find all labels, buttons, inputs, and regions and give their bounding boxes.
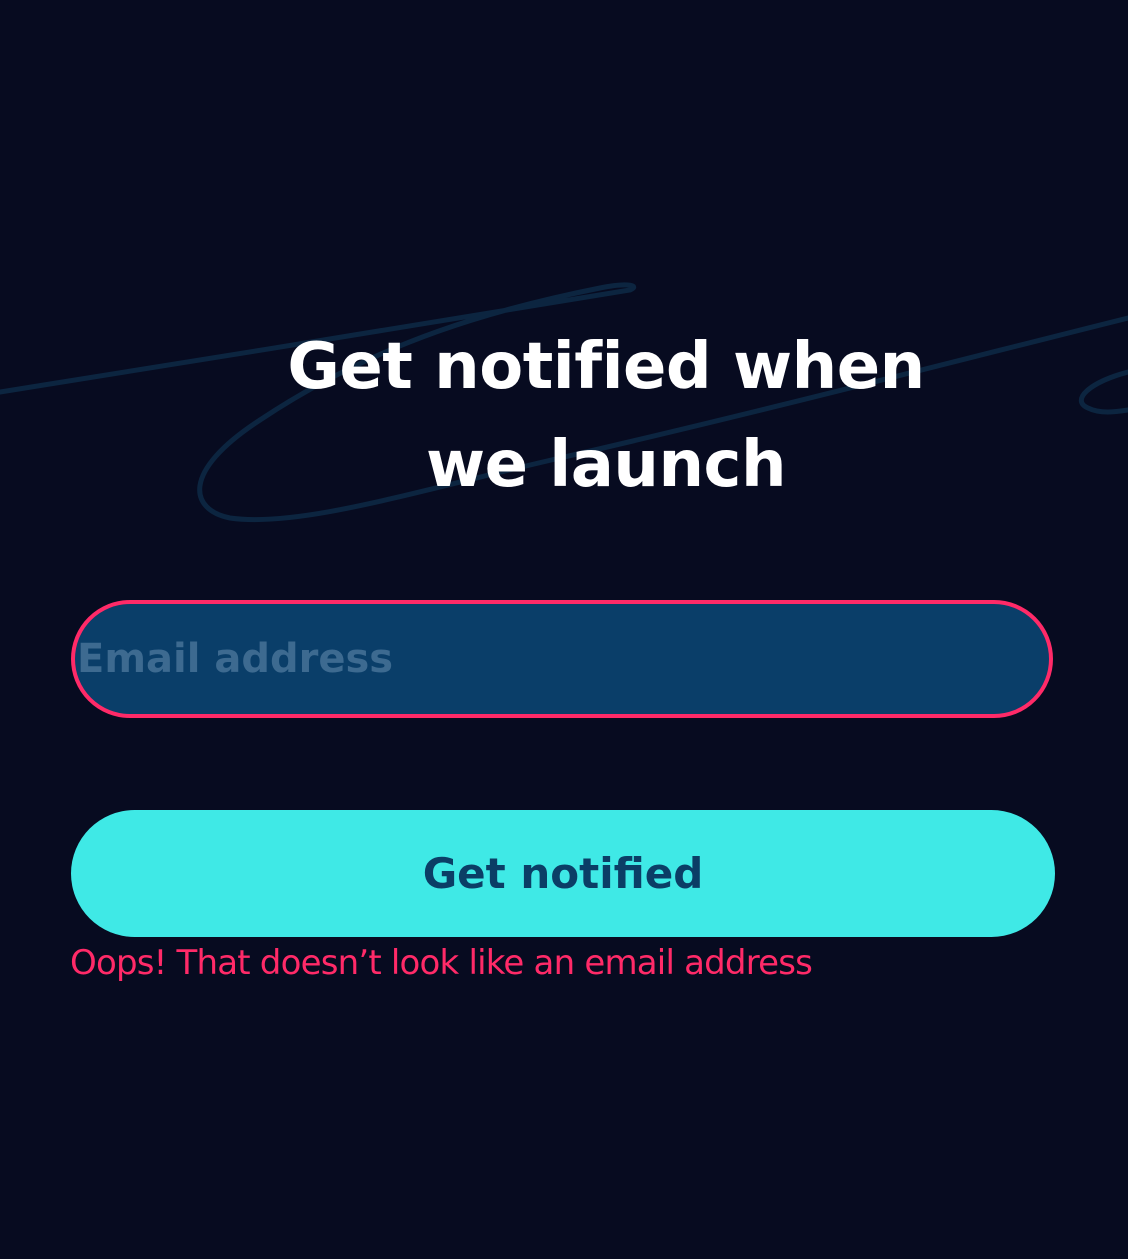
page-title-line-2: we launch (425, 428, 787, 502)
page-title-line-1: Get notified when (287, 330, 925, 404)
get-notified-button[interactable]: Get notified (71, 810, 1055, 937)
email-field[interactable] (71, 600, 1053, 718)
page-title: Get notified when we launch (230, 318, 982, 514)
email-input[interactable] (75, 604, 1049, 714)
email-error-message: Oops! That doesn’t look like an email ad… (70, 943, 813, 983)
